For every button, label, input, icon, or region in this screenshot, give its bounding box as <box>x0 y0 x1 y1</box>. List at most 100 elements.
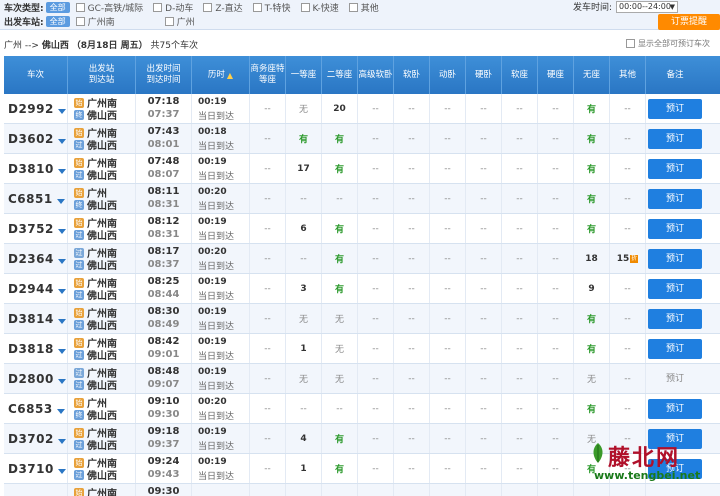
seat-availability: -- <box>372 313 379 324</box>
seat-availability: -- <box>516 373 523 384</box>
train-number[interactable]: D2944 <box>4 274 68 303</box>
seat-cell: 17 <box>286 154 322 183</box>
train-number[interactable]: C6853 <box>4 394 68 423</box>
seat-availability: -- <box>444 193 451 204</box>
book-button[interactable]: 预订 <box>648 248 702 269</box>
train-number[interactable]: D3710 <box>4 454 68 483</box>
header-duration[interactable]: 历时 ▲ <box>192 56 250 94</box>
chevron-down-icon[interactable] <box>57 349 66 354</box>
duration-cell: 00:19 当日到达 <box>192 364 250 393</box>
train-number[interactable]: D2992 <box>4 94 68 123</box>
book-button[interactable]: 预订 <box>648 398 702 419</box>
seat-cell: -- <box>430 124 466 153</box>
to-station: 佛山西 <box>87 471 117 482</box>
train-number[interactable]: D3814 <box>4 304 68 333</box>
chevron-down-icon[interactable] <box>56 199 65 204</box>
book-button[interactable]: 预订 <box>648 338 702 359</box>
train-number[interactable]: D3818 <box>4 334 68 363</box>
book-button[interactable]: 预订 <box>648 278 702 299</box>
checkbox-icon[interactable] <box>75 2 85 12</box>
chevron-down-icon[interactable] <box>57 259 66 264</box>
departure-time: 09:30 <box>147 485 180 496</box>
seat-cell: -- <box>430 94 466 123</box>
seat-availability: 有 <box>586 105 596 115</box>
station-cell: 始广州南 过佛山西 <box>68 154 136 183</box>
chevron-down-icon[interactable] <box>57 289 66 294</box>
seat-cell: -- <box>466 424 502 453</box>
chevron-down-icon[interactable] <box>57 109 66 114</box>
chevron-down-icon[interactable] <box>57 139 66 144</box>
seat-availability: -- <box>264 343 271 354</box>
train-number[interactable]: D3702 <box>4 424 68 453</box>
header-time[interactable]: 出发时间 到达时间 <box>136 56 192 94</box>
chevron-down-icon[interactable] <box>56 409 65 414</box>
filter-type-t[interactable]: T-特快 <box>252 1 291 14</box>
train-number[interactable]: D3752 <box>4 214 68 243</box>
seat-availability: -- <box>264 253 271 264</box>
book-button[interactable]: 预订 <box>648 188 702 209</box>
filter-from-gz[interactable]: 广州 <box>164 15 195 28</box>
train-number[interactable]: C6851 <box>4 184 68 213</box>
seat-availability: -- <box>372 403 379 414</box>
train-number[interactable]: D3602 <box>4 124 68 153</box>
chevron-down-icon[interactable] <box>57 169 66 174</box>
book-button[interactable]: 预订 <box>648 128 702 149</box>
train-number[interactable] <box>4 484 68 496</box>
seat-cell: -- <box>250 184 286 213</box>
book-button[interactable]: 预订 <box>648 218 702 239</box>
duration-cell: 00:18 当日到达 <box>192 124 250 153</box>
checkbox-icon[interactable] <box>203 2 213 12</box>
seat-cell: 有 <box>574 154 610 183</box>
chevron-down-icon[interactable] <box>57 439 66 444</box>
time-select[interactable]: 00:00--24:00 ▼ <box>616 0 679 13</box>
train-number[interactable]: D3810 <box>4 154 68 183</box>
seat-cell: 1 <box>286 334 322 363</box>
seat-availability: -- <box>552 373 559 384</box>
remind-button[interactable]: 订票提醒 <box>658 14 720 30</box>
checkbox-icon[interactable] <box>300 2 310 12</box>
end-station-icon: 过 <box>74 379 84 390</box>
seat-availability: -- <box>264 313 271 324</box>
train-number[interactable]: D2364 <box>4 244 68 273</box>
seat-availability: -- <box>516 463 523 474</box>
filter-type-d[interactable]: D-动车 <box>153 1 193 14</box>
to-station: 佛山西 <box>87 291 117 302</box>
seat-availability: -- <box>480 133 487 144</box>
seat-availability: 有 <box>334 225 344 235</box>
chevron-down-icon[interactable] <box>57 319 66 324</box>
seat-availability: -- <box>444 433 451 444</box>
chevron-down-icon[interactable] <box>57 379 66 384</box>
route-date: （8月18日 周五） <box>71 41 148 51</box>
time-cell: 07:48 08:07 <box>136 154 192 183</box>
checkbox-icon[interactable] <box>75 16 85 26</box>
show-all-toggle[interactable]: 显示全部可预订车次 <box>626 38 710 49</box>
book-button[interactable]: 预订 <box>648 98 702 119</box>
chevron-down-icon[interactable] <box>57 469 66 474</box>
seat-cell: -- <box>610 214 646 243</box>
checkbox-icon[interactable] <box>252 2 262 12</box>
book-button[interactable]: 预订 <box>648 158 702 179</box>
time-cell: 08:12 08:31 <box>136 214 192 243</box>
checkbox-icon[interactable] <box>626 39 635 48</box>
seat-cell: -- <box>250 214 286 243</box>
checkbox-icon[interactable] <box>153 2 163 12</box>
checkbox-icon[interactable] <box>164 16 174 26</box>
filter-from-gzn[interactable]: 广州南 <box>75 15 115 28</box>
departure-time: 08:42 <box>147 335 180 347</box>
book-button[interactable]: 预订 <box>648 308 702 329</box>
filter-type-z[interactable]: Z-直达 <box>203 1 243 14</box>
filter-from-all[interactable]: 全部 <box>45 15 70 27</box>
checkbox-icon[interactable] <box>348 2 358 12</box>
filter-type-all[interactable]: 全部 <box>45 1 70 13</box>
seat-cell: -- <box>502 214 538 243</box>
filter-type-k[interactable]: K-快速 <box>300 1 339 14</box>
end-station-icon: 过 <box>74 169 84 180</box>
filter-type-gc[interactable]: GC-高铁/城际 <box>75 1 143 14</box>
seat-availability: -- <box>480 163 487 174</box>
seat-availability: -- <box>444 343 451 354</box>
filter-type-other[interactable]: 其他 <box>348 1 379 14</box>
chevron-down-icon[interactable] <box>57 229 66 234</box>
train-number[interactable]: D2800 <box>4 364 68 393</box>
seat-availability: -- <box>516 223 523 234</box>
seat-availability: -- <box>372 193 379 204</box>
